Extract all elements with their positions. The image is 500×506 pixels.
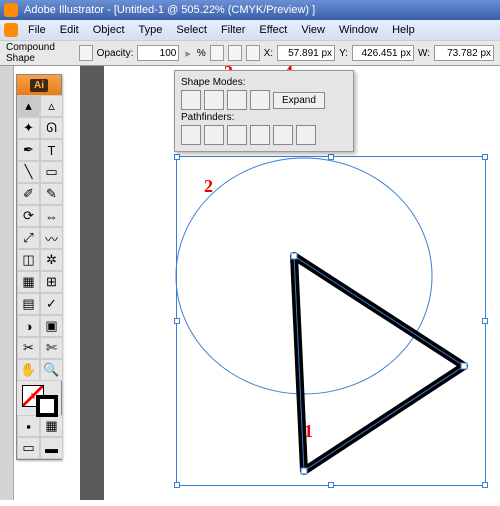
direct-selection-tool[interactable]: ▵ [40, 95, 63, 117]
mesh-tool[interactable]: ⊞ [40, 271, 63, 293]
reflect-tool[interactable]: ⇔ [40, 205, 63, 227]
minus-front-button[interactable] [204, 90, 224, 110]
opacity-dropdown-icon[interactable]: ▸ [185, 47, 191, 60]
line-tool[interactable]: ╲ [17, 161, 40, 183]
slice-tool[interactable]: ✂ [17, 337, 40, 359]
brush-icon[interactable] [79, 45, 93, 61]
live-paint-tool[interactable]: ▣ [40, 315, 63, 337]
circle-shape [176, 158, 432, 394]
shape-modes-label: Shape Modes: [181, 77, 347, 88]
pathfinders-label: Pathfinders: [181, 112, 347, 123]
unite-button[interactable] [181, 90, 201, 110]
expand-button[interactable]: Expand [273, 92, 325, 109]
symbol-sprayer-tool[interactable]: ✲ [40, 249, 63, 271]
graph-tool[interactable]: ▦ [17, 271, 40, 293]
lasso-tool[interactable]: ᘏ [40, 117, 63, 139]
intersect-button[interactable] [227, 90, 247, 110]
color-swatch[interactable] [17, 381, 61, 415]
opacity-unit: % [197, 48, 206, 59]
menu-help[interactable]: Help [386, 22, 421, 38]
triangle-shape [294, 256, 464, 471]
hand-tool[interactable]: ✋ [17, 359, 40, 381]
tool-panel-header[interactable]: Ai [17, 75, 61, 95]
y-label: Y: [339, 48, 348, 59]
trim-button[interactable] [204, 125, 224, 145]
shape-type-label: Compound Shape [6, 42, 75, 64]
menu-edit[interactable]: Edit [54, 22, 85, 38]
menu-effect[interactable]: Effect [253, 22, 293, 38]
free-transform-tool[interactable]: ◫ [17, 249, 40, 271]
menu-select[interactable]: Select [170, 22, 213, 38]
transform-icon[interactable] [246, 45, 260, 61]
tool-panel: Ai ▴ ▵ ✦ ᘏ ✒ T ╲ ▭ ✐ ✎ ⟳ ⇔ ⤢ 〰 ◫ ✲ ▦ ⊞ ▤… [16, 74, 62, 460]
annotation-1: 1 [304, 421, 313, 442]
zoom-tool[interactable]: 🔍 [40, 359, 63, 381]
ai-badge: Ai [30, 79, 48, 92]
x-input[interactable] [277, 45, 335, 61]
opacity-input[interactable] [137, 45, 179, 61]
outline-button[interactable] [273, 125, 293, 145]
menu-type[interactable]: Type [133, 22, 169, 38]
style-icon[interactable] [210, 45, 224, 61]
annotation-2: 2 [204, 176, 213, 197]
blend-tool[interactable]: ◑ [17, 315, 40, 337]
stroke-swatch[interactable] [36, 395, 58, 417]
menu-bar: File Edit Object Type Select Filter Effe… [0, 20, 500, 40]
align-icon[interactable] [228, 45, 242, 61]
app-menu-icon[interactable] [4, 23, 18, 37]
divide-button[interactable] [181, 125, 201, 145]
menu-object[interactable]: Object [87, 22, 131, 38]
x-label: X: [264, 48, 273, 59]
pencil-tool[interactable]: ✎ [40, 183, 63, 205]
opacity-label: Opacity: [97, 48, 134, 59]
screen-mode-icon[interactable]: ▭ [17, 437, 40, 459]
pasteboard-edge [80, 66, 104, 500]
scissors-tool[interactable]: ✄ [40, 337, 63, 359]
title-bar: Adobe Illustrator - [Untitled-1 @ 505.22… [0, 0, 500, 20]
screen-mode2-icon[interactable]: ▬ [40, 437, 63, 459]
warp-tool[interactable]: 〰 [40, 227, 63, 249]
rectangle-tool[interactable]: ▭ [40, 161, 63, 183]
menu-filter[interactable]: Filter [215, 22, 251, 38]
menu-view[interactable]: View [295, 22, 331, 38]
left-gutter [0, 66, 14, 500]
artboard[interactable]: Shape Modes: Expand Pathfinders: [104, 66, 500, 500]
menu-file[interactable]: File [22, 22, 52, 38]
crop-button[interactable] [250, 125, 270, 145]
color-mode-icon[interactable]: ▪ [17, 415, 40, 437]
pen-tool[interactable]: ✒ [17, 139, 40, 161]
eyedropper-tool[interactable]: ✓ [40, 293, 63, 315]
pathfinder-panel[interactable]: Shape Modes: Expand Pathfinders: [174, 70, 354, 152]
selection-tool[interactable]: ▴ [17, 95, 40, 117]
gradient-tool[interactable]: ▤ [17, 293, 40, 315]
menu-window[interactable]: Window [333, 22, 384, 38]
app-icon [4, 3, 18, 17]
workspace: Ai ▴ ▵ ✦ ᘏ ✒ T ╲ ▭ ✐ ✎ ⟳ ⇔ ⤢ 〰 ◫ ✲ ▦ ⊞ ▤… [0, 66, 500, 500]
w-input[interactable] [434, 45, 494, 61]
gradient-mode-icon[interactable]: ▦ [40, 415, 63, 437]
exclude-button[interactable] [250, 90, 270, 110]
minus-back-button[interactable] [296, 125, 316, 145]
w-label: W: [418, 48, 430, 59]
type-tool[interactable]: T [40, 139, 63, 161]
canvas[interactable]: Shape Modes: Expand Pathfinders: [14, 66, 500, 500]
window-title: Adobe Illustrator - [Untitled-1 @ 505.22… [24, 4, 315, 16]
y-input[interactable] [352, 45, 414, 61]
options-bar: Compound Shape Opacity: ▸ % X: Y: W: [0, 40, 500, 66]
merge-button[interactable] [227, 125, 247, 145]
scale-tool[interactable]: ⤢ [17, 227, 40, 249]
rotate-tool[interactable]: ⟳ [17, 205, 40, 227]
magic-wand-tool[interactable]: ✦ [17, 117, 40, 139]
paintbrush-tool[interactable]: ✐ [17, 183, 40, 205]
